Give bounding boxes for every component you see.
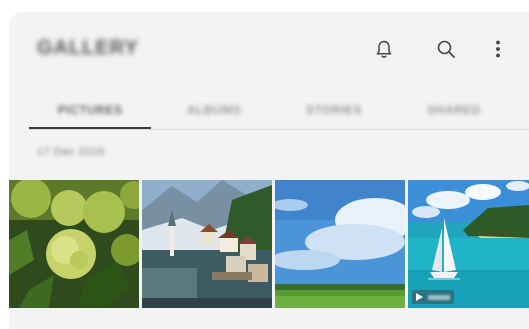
photo-thumbnail-sky[interactable] bbox=[275, 180, 405, 308]
photo-thumbnail-village[interactable] bbox=[142, 180, 272, 308]
app-title: GALLERY bbox=[37, 37, 139, 59]
video-duration bbox=[428, 294, 450, 300]
photo-thumbnail-sailboat[interactable] bbox=[408, 180, 529, 308]
tab-label: STORIES bbox=[306, 103, 362, 117]
gallery-app: GALLERY PICTURES ALBUMS STORIES SHARED 1… bbox=[9, 12, 529, 329]
tab-pictures[interactable]: PICTURES bbox=[29, 90, 151, 130]
tab-shared[interactable]: SHARED bbox=[394, 90, 514, 130]
photo-grid bbox=[9, 180, 529, 308]
play-icon bbox=[416, 293, 423, 301]
tab-label: SHARED bbox=[427, 103, 481, 117]
video-badge bbox=[412, 290, 454, 304]
search-icon[interactable] bbox=[433, 36, 459, 62]
more-vertical-icon[interactable] bbox=[485, 36, 511, 62]
tab-albums[interactable]: ALBUMS bbox=[154, 90, 274, 130]
tab-label: ALBUMS bbox=[186, 103, 242, 117]
photo-thumbnail-flowers[interactable] bbox=[9, 180, 139, 308]
active-tab-indicator bbox=[29, 127, 151, 129]
tab-divider bbox=[29, 129, 529, 130]
tab-label: PICTURES bbox=[57, 103, 123, 117]
tab-bar: PICTURES ALBUMS STORIES SHARED bbox=[9, 90, 529, 130]
bell-icon[interactable] bbox=[371, 36, 397, 62]
tab-stories[interactable]: STORIES bbox=[274, 90, 394, 130]
date-header: 17 Dec 2016 bbox=[37, 146, 105, 158]
